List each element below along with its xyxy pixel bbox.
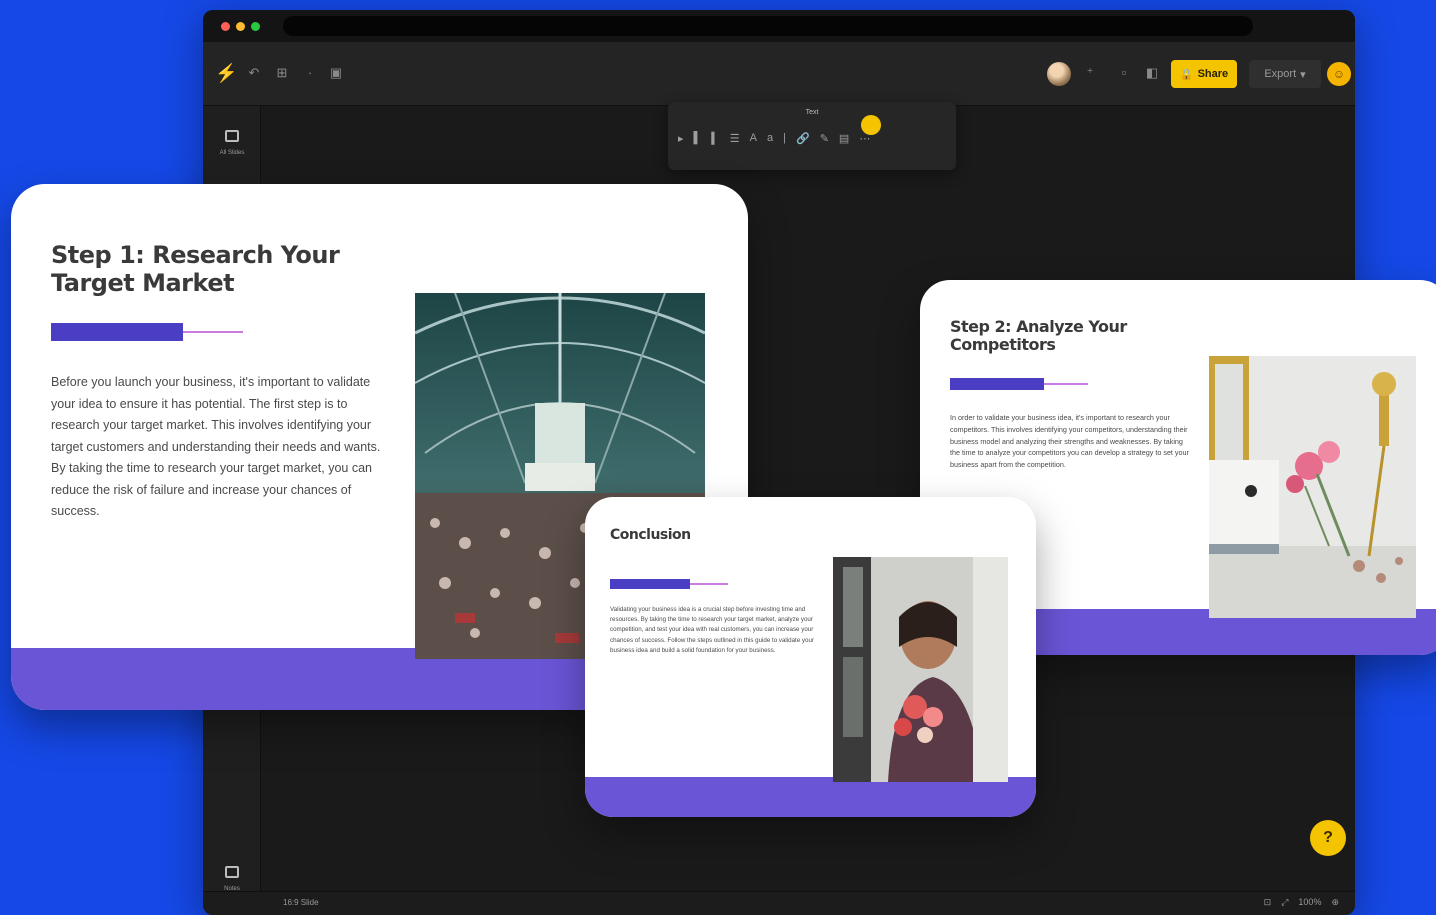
top-toolbar: ⚡ ↶ ⊞ · ▣ ⁺ ▫ ◧ 🔒 Share Export ▾ ☺ xyxy=(203,42,1355,106)
comment-icon[interactable]: ▫ xyxy=(1115,64,1133,82)
window-titlebar xyxy=(203,10,1355,42)
view-selector[interactable]: 16:9 Slide xyxy=(283,898,319,907)
grid-icon[interactable]: ⊡ xyxy=(1264,897,1272,908)
slide-footer-band xyxy=(585,777,1036,817)
accent-bar xyxy=(950,378,1088,390)
account-avatar-initial: ☺ xyxy=(1332,67,1346,81)
address-bar[interactable] xyxy=(283,16,1253,36)
account-avatar[interactable]: ☺ xyxy=(1327,62,1351,86)
text-format-toolbar: Text ▸ ▌ ▍ ☰ A a | 🔗 ✎ ▤ ⋯ xyxy=(668,102,956,170)
maximize-window-button[interactable] xyxy=(251,21,260,31)
share-button-label: Share xyxy=(1197,68,1229,80)
slide-body: In order to validate your business idea,… xyxy=(950,413,1189,470)
link-icon[interactable]: 🔗 xyxy=(796,132,810,145)
user-add-icon[interactable]: ⁺ xyxy=(1081,64,1099,82)
fit-icon[interactable]: ⤢ xyxy=(1281,897,1288,908)
align-center-icon[interactable]: ▍ xyxy=(711,132,719,145)
lock-icon: 🔒 xyxy=(1179,68,1194,81)
window-controls xyxy=(221,21,260,31)
present-icon[interactable]: ▣ xyxy=(327,64,345,82)
format-toolbar-title: Text xyxy=(805,109,819,116)
more-icon[interactable]: ⋯ xyxy=(859,132,870,145)
history-icon[interactable]: ◧ xyxy=(1143,64,1161,82)
zoom-icon[interactable]: ⊞ xyxy=(273,64,291,82)
minimize-window-button[interactable] xyxy=(236,21,245,31)
collaborator-avatar[interactable] xyxy=(1047,62,1071,86)
undo-icon[interactable]: ↶ xyxy=(245,64,263,82)
select-icon[interactable]: ▸ xyxy=(678,132,684,145)
slide-body: Before you launch your business, it's im… xyxy=(51,375,381,518)
status-bar-right: ⊡ ⤢ 100% ⊕ xyxy=(1264,897,1339,908)
slide-title: Step 2: Analyze Your Competitors xyxy=(950,317,1127,355)
accent-bar xyxy=(51,323,243,341)
rail-item-slides[interactable]: All Slides xyxy=(203,130,261,156)
app-logo-icon[interactable]: ⚡ xyxy=(215,64,237,82)
notes-icon xyxy=(225,866,239,878)
help-button-label: ? xyxy=(1323,829,1333,846)
zoom-level[interactable]: 100% xyxy=(1298,897,1321,908)
text-color-icon[interactable]: A xyxy=(750,132,757,145)
fill-icon[interactable]: ▤ xyxy=(839,132,849,145)
list-icon[interactable]: ☰ xyxy=(730,132,740,145)
format-icons: ▸ ▌ ▍ ☰ A a | 🔗 ✎ ▤ ⋯ xyxy=(678,132,870,145)
share-button[interactable]: 🔒 Share xyxy=(1171,60,1237,88)
highlight-icon[interactable]: ✎ xyxy=(820,132,829,145)
text-size-icon[interactable]: a xyxy=(767,132,773,145)
redo-icon[interactable]: · xyxy=(301,64,319,82)
chevron-down-icon: ▾ xyxy=(1300,68,1306,81)
close-window-button[interactable] xyxy=(221,21,230,31)
rail-item-slides-label: All Slides xyxy=(219,150,245,156)
zoom-in-icon[interactable]: ⊕ xyxy=(1331,897,1339,908)
export-button-label: Export xyxy=(1264,68,1297,80)
slide-body: Validating your business idea is a cruci… xyxy=(610,606,814,654)
slide-title: Conclusion xyxy=(610,527,691,543)
slides-icon xyxy=(225,130,239,142)
rail-item-notes[interactable]: Notes xyxy=(203,866,261,892)
status-bar: 16:9 Slide ⊡ ⤢ 100% ⊕ xyxy=(203,891,1355,915)
slide-card-conclusion[interactable]: Conclusion Validating your business idea… xyxy=(585,497,1036,817)
accent-bar xyxy=(610,579,728,589)
align-left-icon[interactable]: ▌ xyxy=(694,132,702,145)
desk-flowers-image xyxy=(1209,356,1416,618)
export-button[interactable]: Export ▾ xyxy=(1249,60,1321,88)
slide-title: Step 1: Research Your Target Market xyxy=(51,241,340,297)
woman-smiling-image xyxy=(833,557,1008,782)
help-button[interactable]: ? xyxy=(1310,820,1346,856)
divider-icon: | xyxy=(783,132,786,144)
